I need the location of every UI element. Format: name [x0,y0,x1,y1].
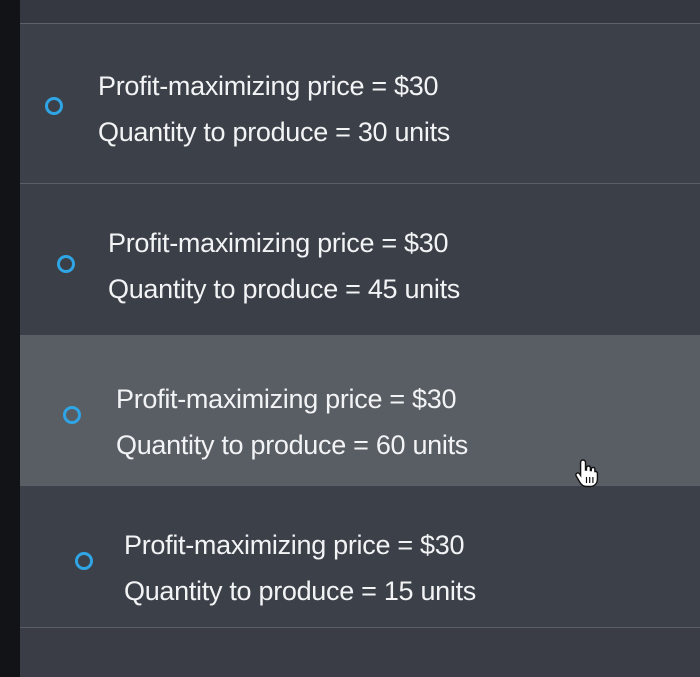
quantity-line: Quantity to produce = 60 units [116,430,468,460]
radio-unselected-icon[interactable] [57,255,75,273]
monitor-bezel [0,0,20,677]
price-line: Profit-maximizing price = $30 [98,71,439,101]
quantity-line: Quantity to produce = 45 units [108,274,460,304]
hand-pointer-icon [575,459,599,488]
radio-unselected-icon[interactable] [45,97,63,115]
price-line: Profit-maximizing price = $30 [124,530,465,560]
radio-unselected-icon[interactable] [63,406,81,424]
panel-footer-space [20,628,700,677]
radio-unselected-icon[interactable] [75,552,93,570]
option-label: Profit-maximizing price = $30 Quantity t… [108,220,460,312]
answer-option-1[interactable]: Profit-maximizing price = $30 Quantity t… [20,24,700,184]
option-label: Profit-maximizing price = $30 Quantity t… [116,376,468,468]
previous-option-edge [20,0,700,24]
option-label: Profit-maximizing price = $30 Quantity t… [124,522,476,614]
quantity-line: Quantity to produce = 30 units [98,117,450,147]
price-line: Profit-maximizing price = $30 [116,384,457,414]
screen: Profit-maximizing price = $30 Quantity t… [0,0,700,677]
quantity-line: Quantity to produce = 15 units [124,576,476,606]
answer-choices-panel: Profit-maximizing price = $30 Quantity t… [20,0,700,677]
answer-option-4[interactable]: Profit-maximizing price = $30 Quantity t… [20,486,700,628]
price-line: Profit-maximizing price = $30 [108,228,449,258]
option-label: Profit-maximizing price = $30 Quantity t… [98,63,450,155]
answer-option-2[interactable]: Profit-maximizing price = $30 Quantity t… [20,184,700,336]
